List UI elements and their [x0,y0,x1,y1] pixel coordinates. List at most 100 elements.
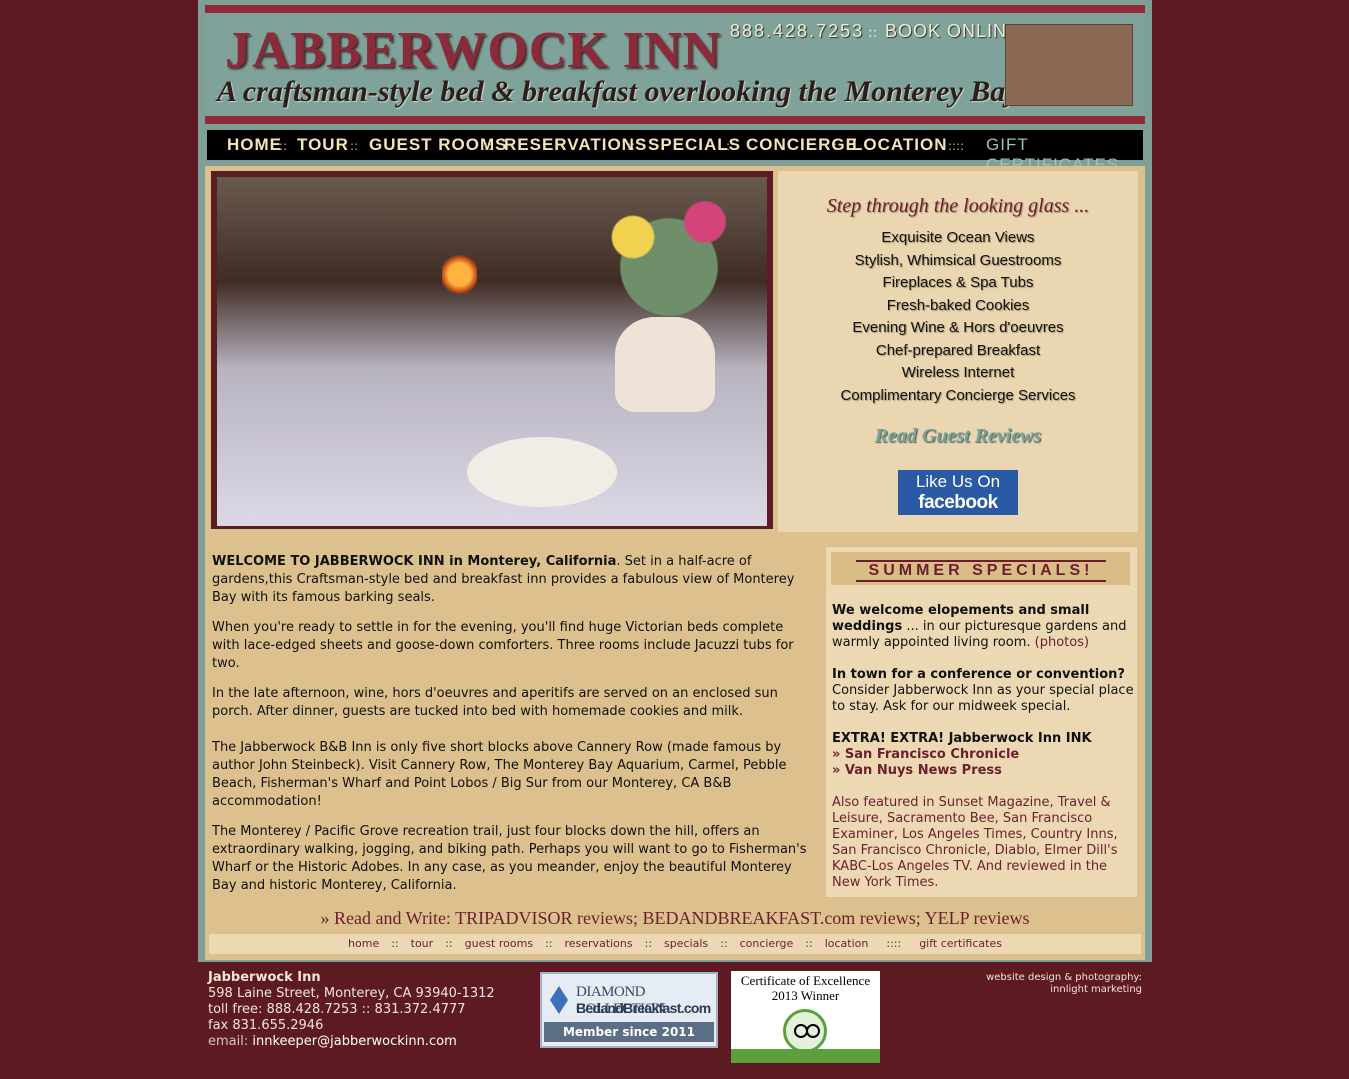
email-link[interactable]: innkeeper@jabberwockinn.com [252,1034,456,1049]
nav-tour[interactable]: TOUR [297,135,349,155]
footer-nav-separator: :: [805,937,813,950]
member-since-label: Member since 2011 [544,1022,714,1042]
site-tagline: A craftsman-style bed & breakfast overlo… [217,75,1019,108]
nav-separator: :: [726,139,735,153]
nav-home[interactable]: HOME [227,135,282,155]
bnb-reviews-link[interactable]: BEDANDBREAKFAST.com reviews [642,908,915,928]
footer-nav: home:: tour:: guest rooms:: reservations:: s… [209,934,1141,954]
footer-nav-gift-certificates[interactable]: gift certificates [919,937,1002,950]
looking-glass-heading: Step through the looking glass ... [826,195,1090,217]
conference-heading: In town for a conference or convention? [832,667,1125,682]
nav-separator: :: [350,139,359,153]
nav-separator: :: [627,139,636,153]
footer-nav-concierge[interactable]: concierge [740,937,794,950]
footer-nav-specials[interactable]: specials [664,937,708,950]
footer-nav-tour[interactable]: tour [411,937,434,950]
inn-name: Jabberwock Inn [208,970,321,985]
header: JABBERWOCK INN A craftsman-style bed & b… [205,13,1145,117]
photos-link[interactable]: (photos) [1035,635,1089,650]
summer-specials-box: SUMMER SPECIALS! We welcome elopements a… [826,547,1137,897]
credit-line1: website design & photography: [986,972,1142,983]
fax-number: fax 831.655.2946 [208,1018,324,1033]
rooms-paragraph: When you're ready to settle in for the e… [212,620,794,671]
main-nav: HOME :: TOUR :: GUEST ROOMS :: RESERVATI… [207,130,1143,174]
footer-nav-separator: :: [445,937,453,950]
feature-item: Evening Wine & Hors d'oeuvres [852,319,1064,336]
welcome-heading: WELCOME TO JABBERWOCK INN in Monterey, C… [212,554,617,569]
facebook-logo-text: facebook [918,492,998,513]
review-separator: ; [915,908,925,928]
evening-paragraph: In the late afternoon, wine, hors d'oeuv… [212,686,778,719]
cheshire-cat-image [1005,24,1133,106]
tripadvisor-certificate-badge[interactable]: Certificate of Excellence 2013 Winner [731,971,880,1063]
specials-body: We welcome elopements and small weddings… [832,603,1134,907]
footer-nav-home[interactable]: home [348,937,379,950]
nav-reservations[interactable]: RESERVATIONS [504,135,647,155]
features-panel: Step through the looking glass ... Exqui… [778,171,1138,532]
nav-separator: :::: [948,139,965,153]
breakfast-plate [467,437,617,507]
trail-paragraph: The Monterey / Pacific Grove recreation … [212,824,807,893]
diamond-icon [550,986,568,1014]
yelp-reviews-link[interactable]: YELP reviews [925,908,1030,928]
toll-free-phone: toll free: 888.428.7253 :: 831.372.4777 [208,1002,466,1017]
press-section: EXTRA! EXTRA! Jabberwock Inn INK» San Fr… [832,731,1134,779]
certificate-band [731,1049,880,1063]
specials-title: SUMMER SPECIALS! [856,560,1106,582]
mid-stripe [205,116,1145,124]
credit-line2: innlight marketing [1050,984,1142,995]
hero-photo-frame [211,171,773,529]
footer-nav-location[interactable]: location [825,937,869,950]
read-write-prefix: » Read and Write: [320,908,456,928]
feature-item: Complimentary Concierge Services [840,386,1076,404]
nav-separator: :: [484,139,493,153]
header-separator: :: [868,25,878,41]
footer-address: Jabberwock Inn 598 Laine Street, Montere… [208,970,495,1050]
certificate-line2: 2013 Winner [771,988,840,1003]
bnb-brand: BedandBreakfast.com [576,1000,711,1016]
tripadvisor-owl-icon [783,1009,827,1053]
read-write-reviews: » Read and Write: TRIPADVISOR reviews; B… [205,908,1145,929]
street-address: 598 Laine Street, Monterey, CA 93940-131… [208,986,495,1001]
certificate-title: Certificate of Excellence 2013 Winner [731,973,880,1003]
footer-nav-separator: :: [545,937,553,950]
page-wrapper: JABBERWOCK INN A craftsman-style bed & b… [198,0,1152,962]
feature-item: Exquisite Ocean Views [881,229,1035,246]
flower-vase [615,317,715,412]
nav-concierge[interactable]: CONCIERGE [746,135,858,155]
tripadvisor-reviews-link[interactable]: TRIPADVISOR reviews [455,908,633,928]
facebook-line1: Like Us On [915,472,1001,491]
conference-text: Consider Jabberwock Inn as your special … [832,683,1134,714]
footer-nav-guest-rooms[interactable]: guest rooms [465,937,533,950]
footer-nav-reservations[interactable]: reservations [564,937,632,950]
nav-separator: :: [279,139,288,153]
fireplace-flame [442,252,477,297]
nav-separator: :: [833,139,842,153]
sf-chronicle-link[interactable]: » San Francisco Chronicle [832,747,1019,762]
facebook-like-button[interactable]: Like Us On facebook [898,470,1018,515]
email-label: email: [208,1034,253,1049]
book-online-link[interactable]: BOOK ONLINE [885,21,1020,42]
content-area: Step through the looking glass ... Exqui… [205,166,1145,960]
van-nuys-link[interactable]: » Van Nuys News Press [832,763,1002,778]
welcome-text: WELCOME TO JABBERWOCK INN in Monterey, C… [212,553,814,907]
read-guest-reviews-link[interactable]: Read Guest Reviews [778,425,1138,448]
features-list: Exquisite Ocean Views Stylish, Whimsical… [778,227,1138,407]
feature-item: Stylish, Whimsical Guestrooms [854,251,1062,269]
breakfast-table-photo [217,177,767,526]
top-stripe [205,5,1145,13]
feature-item: Fresh-baked Cookies [886,296,1030,314]
footer-nav-separator: :: [391,937,399,950]
site-logo-title[interactable]: JABBERWOCK INN [225,21,721,80]
footer-nav-separator: :: [644,937,653,950]
welcome-paragraph: WELCOME TO JABBERWOCK INN in Monterey, C… [212,553,814,607]
design-credit-link[interactable]: website design & photography: innlight m… [950,972,1142,996]
feature-item: Wireless Internet [901,364,1015,381]
weddings-special: We welcome elopements and small weddings… [832,603,1134,651]
specials-header: SUMMER SPECIALS! [831,552,1130,585]
footer-nav-separator: :: [720,937,728,950]
email-line: email: innkeeper@jabberwockinn.com [208,1034,495,1050]
nav-location[interactable]: LOCATION [852,135,948,155]
conference-special: In town for a conference or convention? C… [832,667,1134,715]
diamond-collection-badge[interactable]: DIAMOND COLLECTION BedandBreakfast.com M… [540,972,718,1048]
